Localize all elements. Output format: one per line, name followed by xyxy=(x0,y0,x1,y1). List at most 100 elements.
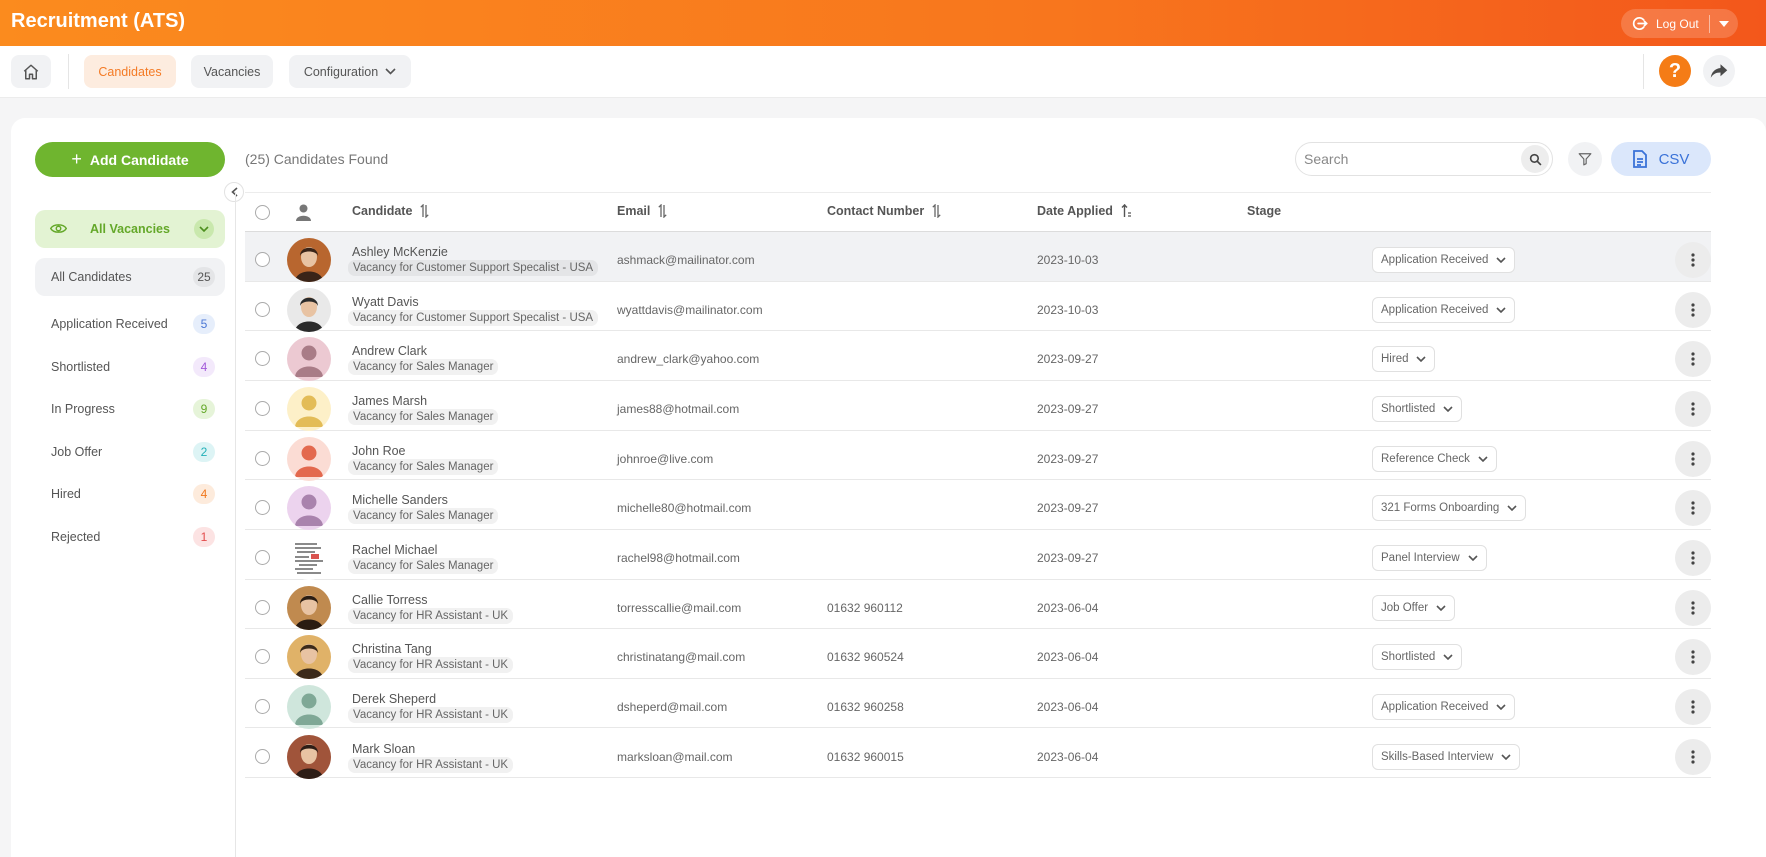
vacancy-filter-dropdown[interactable]: All Vacancies xyxy=(35,210,225,248)
sidebar-item-all-candidates[interactable]: All Candidates 25 xyxy=(35,258,225,296)
avatar[interactable] xyxy=(287,585,331,630)
row-checkbox[interactable] xyxy=(255,301,270,317)
stage-dropdown[interactable]: Application Received xyxy=(1372,693,1516,720)
sidebar-item-hired[interactable]: Hired 4 xyxy=(35,475,225,513)
stage-dropdown[interactable]: Shortlisted xyxy=(1372,644,1463,671)
header-contact-number[interactable]: Contact Number xyxy=(827,204,941,218)
search-button[interactable] xyxy=(1521,145,1549,173)
table-row[interactable]: Derek Sheperd Vacancy for HR Assistant - … xyxy=(245,679,1711,729)
row-actions-button[interactable] xyxy=(1675,291,1711,328)
row-actions-button[interactable] xyxy=(1675,390,1711,427)
candidate-name[interactable]: Michelle Sanders xyxy=(352,493,448,507)
table-row[interactable]: Ashley McKenzie Vacancy for Customer Supp… xyxy=(245,232,1711,282)
share-button[interactable] xyxy=(1703,55,1735,87)
candidate-name[interactable]: Christina Tang xyxy=(352,642,432,656)
table-row[interactable]: Michelle Sanders Vacancy for Sales Manage… xyxy=(245,480,1711,531)
row-actions-button[interactable] xyxy=(1675,688,1711,725)
row-actions-button[interactable] xyxy=(1675,589,1711,626)
avatar[interactable] xyxy=(287,337,331,382)
row-checkbox[interactable] xyxy=(255,450,270,466)
avatar[interactable] xyxy=(287,436,331,481)
candidate-name[interactable]: Andrew Clark xyxy=(352,344,427,358)
row-checkbox[interactable] xyxy=(255,748,270,764)
header-candidate[interactable]: Candidate xyxy=(352,204,430,218)
row-checkbox[interactable] xyxy=(255,649,270,665)
row-checkbox[interactable] xyxy=(255,351,270,367)
stage-dropdown[interactable]: Application Received xyxy=(1372,247,1516,273)
tab-vacancies[interactable]: Vacancies xyxy=(191,55,273,88)
stage-dropdown[interactable]: Hired xyxy=(1372,346,1436,373)
candidate-contact: 01632 960524 xyxy=(827,650,904,665)
add-candidate-button[interactable]: + Add Candidate xyxy=(35,142,225,177)
candidate-email: james88@hotmail.com xyxy=(617,401,740,416)
header-date-applied[interactable]: Date Applied xyxy=(1037,204,1132,218)
sidebar-item-rejected[interactable]: Rejected 1 xyxy=(35,518,225,556)
table-row[interactable]: Callie Torress Vacancy for HR Assistant -… xyxy=(245,580,1711,630)
stage-dropdown[interactable]: Application Received xyxy=(1372,296,1516,323)
row-checkbox[interactable] xyxy=(255,400,270,416)
help-button[interactable]: ? xyxy=(1659,55,1691,87)
chevron-down-icon xyxy=(1478,456,1488,462)
avatar[interactable] xyxy=(287,238,331,282)
table-row[interactable]: Christina Tang Vacancy for HR Assistant -… xyxy=(245,629,1711,680)
candidate-name[interactable]: Callie Torress xyxy=(352,593,428,607)
sidebar-item-label: In Progress xyxy=(51,402,115,416)
stage-dropdown[interactable]: Reference Check xyxy=(1372,445,1497,472)
table-row[interactable]: Andrew Clark Vacancy for Sales Manager and… xyxy=(245,331,1711,382)
row-actions-button[interactable] xyxy=(1675,242,1711,278)
candidate-name[interactable]: Ashley McKenzie xyxy=(352,245,448,259)
candidate-name[interactable]: Rachel Michael xyxy=(352,543,437,557)
select-all-checkbox[interactable] xyxy=(255,205,270,220)
row-checkbox[interactable] xyxy=(255,252,270,267)
avatar[interactable] xyxy=(287,386,331,431)
row-actions-button[interactable] xyxy=(1675,539,1711,576)
candidate-name[interactable]: Wyatt Davis xyxy=(352,295,419,309)
row-actions-button[interactable] xyxy=(1675,440,1711,477)
sidebar-item-job-offer[interactable]: Job Offer 2 xyxy=(35,433,225,471)
search-input[interactable] xyxy=(1296,151,1516,167)
candidate-name[interactable]: Derek Sheperd xyxy=(352,692,436,706)
stage-dropdown[interactable]: Shortlisted xyxy=(1372,395,1463,422)
sidebar-item-in-progress[interactable]: In Progress 9 xyxy=(35,390,225,428)
table-row[interactable]: Rachel Michael Vacancy for Sales Manager r… xyxy=(245,530,1711,580)
row-checkbox[interactable] xyxy=(255,549,270,565)
row-actions-button[interactable] xyxy=(1675,341,1711,378)
filter-button[interactable] xyxy=(1568,142,1602,176)
user-menu-caret[interactable] xyxy=(1710,9,1738,38)
avatar[interactable] xyxy=(287,684,331,729)
csv-export-button[interactable]: CSV xyxy=(1611,142,1711,176)
row-checkbox[interactable] xyxy=(255,500,270,516)
row-actions-button[interactable] xyxy=(1675,738,1711,775)
sidebar-item-count: 5 xyxy=(193,314,215,334)
collapse-sidebar-button[interactable] xyxy=(224,182,244,202)
stage-dropdown[interactable]: Skills-Based Interview xyxy=(1372,743,1521,770)
logout-button[interactable]: Log Out xyxy=(1621,9,1709,38)
sidebar-item-application-received[interactable]: Application Received 5 xyxy=(35,305,225,343)
table-row[interactable]: John Roe Vacancy for Sales Manager johnroe… xyxy=(245,431,1711,481)
avatar[interactable] xyxy=(287,635,331,680)
table-row[interactable]: Wyatt Davis Vacancy for Customer Support … xyxy=(245,282,1711,332)
table-row[interactable]: Mark Sloan Vacancy for HR Assistant - UK m… xyxy=(245,729,1711,779)
row-checkbox[interactable] xyxy=(255,599,270,615)
avatar[interactable] xyxy=(287,535,331,580)
table-row[interactable]: James Marsh Vacancy for Sales Manager jame… xyxy=(245,381,1711,431)
tab-candidates[interactable]: Candidates xyxy=(84,55,176,88)
stage-dropdown[interactable]: Job Offer xyxy=(1372,594,1456,621)
stage-dropdown[interactable]: Panel Interview xyxy=(1372,544,1487,571)
stage-dropdown[interactable]: 321 Forms Onboarding xyxy=(1372,495,1527,522)
candidate-name[interactable]: John Roe xyxy=(352,444,406,458)
row-checkbox[interactable] xyxy=(255,698,270,714)
avatar[interactable] xyxy=(287,486,331,531)
sidebar-item-shortlisted[interactable]: Shortlisted 4 xyxy=(35,348,225,386)
candidate-name[interactable]: James Marsh xyxy=(352,394,427,408)
csv-label: CSV xyxy=(1658,150,1690,168)
avatar[interactable] xyxy=(287,734,331,779)
row-actions-button[interactable] xyxy=(1675,490,1711,527)
tab-configuration[interactable]: Configuration xyxy=(289,55,411,88)
header-email[interactable]: Email xyxy=(617,204,668,218)
avatar[interactable] xyxy=(287,287,331,332)
row-actions-button[interactable] xyxy=(1675,639,1711,676)
candidate-name[interactable]: Mark Sloan xyxy=(352,742,415,756)
home-button[interactable] xyxy=(11,55,51,88)
user-icon xyxy=(296,204,311,221)
